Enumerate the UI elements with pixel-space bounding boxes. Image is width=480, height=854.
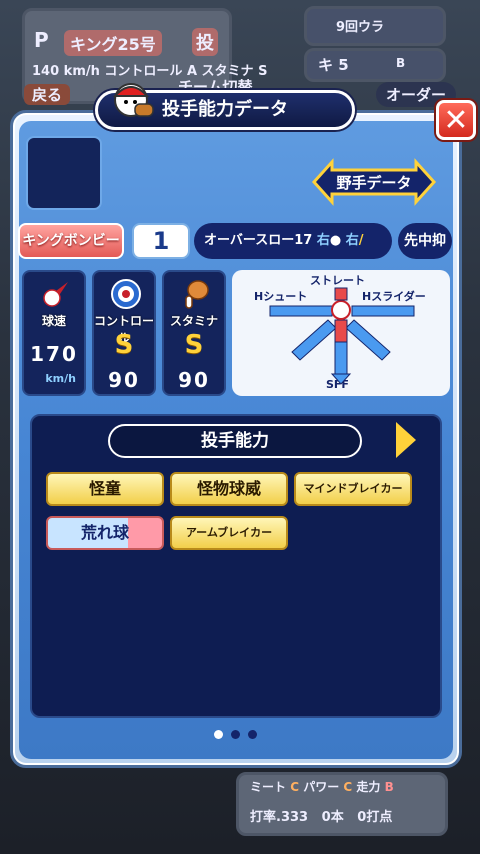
bat-icon: /: [358, 233, 364, 248]
speed-unit: km/h: [45, 372, 76, 385]
player-portrait: [26, 136, 102, 210]
inning-label: 9回ウラ: [336, 20, 385, 35]
pitcher-name: キング25号: [64, 30, 162, 56]
pitcher-role: 先中抑: [398, 223, 452, 259]
player-name: キングボンビー: [18, 223, 124, 259]
control-grade: S: [114, 330, 134, 360]
meat-icon: [185, 280, 209, 309]
target-icon: [111, 279, 141, 309]
ability-chip[interactable]: 怪物球威: [170, 472, 288, 506]
ball-label: B: [396, 56, 406, 70]
close-button[interactable]: ✕: [436, 100, 476, 140]
control-stat: コントロール S 90: [92, 270, 156, 396]
speed-label: 球速: [41, 314, 66, 328]
control-value: 90: [108, 368, 140, 392]
position-short: 投: [192, 28, 218, 56]
fielder-data-button[interactable]: 野手データ: [310, 158, 438, 206]
ability-chip[interactable]: 怪童: [46, 472, 164, 506]
page-indicator: [214, 730, 257, 739]
batter-stats: 打率.333 0本 0打点: [250, 810, 393, 825]
throws-hand: 右: [316, 233, 330, 248]
throwing-form: オーバースロー17 右● 右/: [194, 223, 392, 259]
ability-chip[interactable]: マインドブレイカー: [294, 472, 412, 506]
player-number: 1: [132, 223, 190, 259]
batter-ranks: ミート C パワー C 走力 B: [250, 780, 394, 794]
baseball-icon: ●: [329, 233, 342, 248]
pitch-chart: ストレート Hシュート Hスライダー SFF: [232, 270, 450, 396]
bats-hand: 右: [345, 233, 359, 248]
stamina-value: 90: [178, 368, 210, 392]
pitcher-badge: P: [34, 28, 49, 52]
pitch-arrows: [269, 287, 415, 385]
next-page-arrow-icon[interactable]: [396, 422, 416, 458]
ability-title: 投手能力: [108, 424, 362, 458]
speed-value: 170: [30, 342, 78, 366]
strike-label: キ 5: [318, 56, 349, 74]
ability-panel: [30, 414, 442, 718]
speed-stat: 球速 170 km/h: [22, 270, 86, 396]
fielder-data-label: 野手データ: [336, 174, 411, 192]
stamina-label: スタミナ: [169, 314, 218, 328]
stamina-stat: スタミナ S 90: [162, 270, 226, 396]
stamina-grade: S: [184, 330, 204, 360]
ability-chip[interactable]: 荒れ球: [46, 516, 164, 550]
page-dot: [231, 730, 240, 739]
baseball-speed-icon: [43, 282, 68, 307]
mascot-icon: [112, 83, 154, 117]
back-button[interactable]: 戻る: [24, 84, 71, 105]
close-icon: ✕: [443, 102, 469, 138]
page-dot: [214, 730, 223, 739]
ability-chip[interactable]: アームブレイカー: [170, 516, 288, 550]
page-dot: [248, 730, 257, 739]
